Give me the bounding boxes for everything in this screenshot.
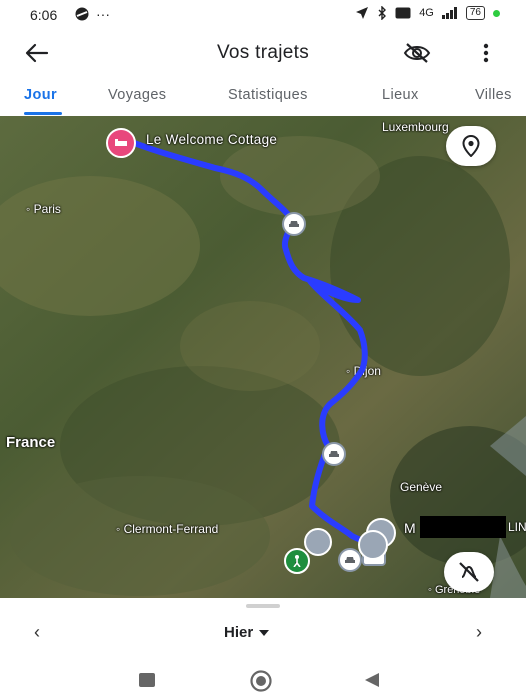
location-arrow-icon — [356, 7, 369, 19]
next-day-button[interactable]: › — [476, 622, 482, 643]
car-stop-marker-2[interactable] — [322, 442, 346, 466]
travel-route-line[interactable] — [119, 135, 383, 546]
app-notification-icon — [75, 7, 89, 21]
car-icon — [345, 557, 355, 563]
tab-voyages[interactable]: Voyages — [108, 87, 166, 103]
visited-place-marker-1[interactable] — [304, 528, 332, 556]
bottom-sheet: ‹ Hier › — [0, 598, 526, 660]
previous-day-button[interactable]: ‹ — [34, 622, 40, 643]
more-vert-icon — [483, 43, 489, 63]
dropdown-arrow-icon — [259, 629, 270, 636]
more-options-button[interactable] — [474, 40, 498, 66]
poi-marker-welcome-cottage[interactable] — [106, 128, 136, 158]
status-time: 6:06 — [30, 7, 58, 23]
tab-jour[interactable]: Jour — [24, 87, 57, 103]
poi-label-welcome-cottage: Le Welcome Cottage — [146, 132, 278, 147]
recenter-button[interactable] — [446, 126, 496, 166]
route-overlay — [119, 135, 383, 546]
active-tab-indicator — [24, 112, 62, 115]
tab-bar: Jour Voyages Statistiques Lieux Villes — [0, 76, 526, 116]
privacy-indicator-dot — [493, 9, 500, 17]
signal-icon — [441, 7, 457, 19]
app-bar: Vos trajets — [0, 30, 526, 76]
bluetooth-icon — [378, 6, 387, 20]
destination-marker[interactable] — [284, 548, 310, 574]
network-type: 4G — [419, 7, 434, 19]
battery-indicator: 76 — [465, 6, 485, 20]
sheet-drag-handle[interactable] — [246, 604, 280, 608]
satellite-map[interactable]: Luxembourg ◦ Paris ◦ Dijon France Genève… — [0, 116, 526, 598]
hide-route-icon — [459, 562, 479, 582]
day-selector-label: Hier — [224, 624, 254, 641]
back-nav-button[interactable] — [364, 672, 380, 693]
car-stop-marker-1[interactable] — [282, 212, 306, 236]
system-nav-bar — [0, 660, 526, 700]
car-icon — [289, 221, 299, 227]
day-selector[interactable]: Hier — [224, 624, 270, 641]
walk-icon — [293, 555, 301, 567]
home-circle-icon — [250, 670, 272, 692]
more-notifications-dots: ··· — [96, 6, 110, 22]
page-title: Vos trajets — [216, 42, 309, 63]
home-button[interactable] — [248, 670, 274, 697]
visited-place-marker-3[interactable] — [358, 530, 388, 560]
hide-route-button[interactable] — [444, 552, 494, 592]
tab-statistiques[interactable]: Statistiques — [228, 87, 308, 103]
volte-icon — [395, 7, 411, 19]
hotel-bed-icon — [115, 139, 127, 146]
place-icon — [462, 135, 480, 157]
status-bar: 6:06 ··· 4G 76 — [0, 0, 526, 30]
recents-button[interactable] — [138, 672, 156, 693]
location-off-icon — [403, 43, 431, 63]
location-history-toggle-button[interactable] — [400, 40, 434, 66]
square-icon — [139, 673, 155, 687]
tab-villes[interactable]: Villes — [475, 87, 512, 103]
tab-lieux[interactable]: Lieux — [382, 87, 419, 103]
triangle-back-icon — [365, 673, 379, 687]
car-icon — [329, 451, 339, 457]
car-stop-marker-3[interactable] — [338, 548, 362, 572]
